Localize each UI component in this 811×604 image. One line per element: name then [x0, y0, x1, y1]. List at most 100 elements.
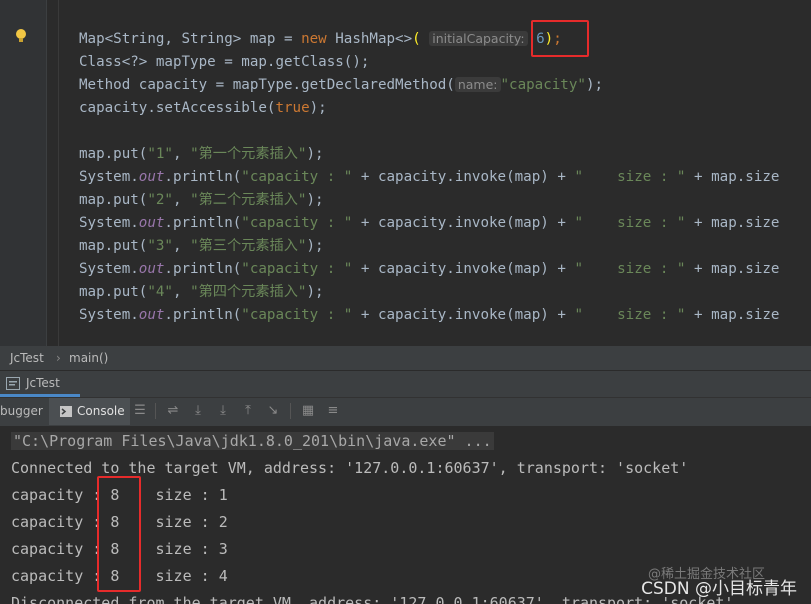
code-text: Class<?> mapType = map.getClass(); — [79, 54, 370, 70]
code-text: ); — [306, 284, 324, 300]
code-editor[interactable]: Map<String, String> map = new HashMap<>(… — [0, 0, 811, 346]
string-literal: "第二个元素插入" — [190, 192, 307, 208]
string-literal: "capacity : " — [241, 215, 353, 231]
code-text: ); — [306, 192, 324, 208]
code-text: map.put( — [79, 238, 148, 254]
code-line-1[interactable]: Map<String, String> map = new HashMap<>(… — [79, 29, 562, 49]
debug-toolbar: bugger Console ☰ ⇌ ⤓ ⤓ ⤒ ↘ ▦ ≡ — [0, 397, 811, 427]
code-text: ); — [585, 77, 604, 93]
string-literal: " size : " — [574, 261, 686, 277]
code-line-10[interactable]: System.out.println("capacity : " + capac… — [79, 259, 779, 279]
evaluate-icon[interactable]: ▦ — [301, 404, 315, 418]
editor-gutter[interactable] — [0, 0, 47, 346]
breadcrumb-separator: › — [56, 351, 61, 365]
code-text: capacity.setAccessible( — [79, 100, 276, 116]
paren-open: ( — [412, 31, 421, 47]
code-line-9[interactable]: map.put("3", "第三个元素插入"); — [79, 236, 324, 256]
string-literal: " size : " — [574, 307, 686, 323]
code-line-11[interactable]: map.put("4", "第四个元素插入"); — [79, 282, 324, 302]
code-text: System. — [79, 307, 139, 323]
static-field: out — [138, 261, 165, 277]
breadcrumb: JcTest › main() — [0, 346, 811, 371]
menu-icon[interactable]: ☰ — [133, 404, 147, 418]
breadcrumb-method[interactable]: main() — [69, 346, 108, 370]
run-tab-jctest[interactable]: JcTest — [0, 371, 80, 397]
code-text: map.put( — [79, 284, 148, 300]
code-text: , — [172, 284, 191, 300]
code-text: + map.size — [685, 307, 780, 323]
string-literal: " size : " — [574, 169, 686, 185]
static-field: out — [138, 215, 165, 231]
code-text: + capacity.invoke(map) + — [352, 261, 575, 277]
show-execution-point-icon[interactable]: ⇌ — [166, 404, 180, 418]
code-text: ); — [306, 146, 324, 162]
code-text: .println( — [164, 215, 242, 231]
console-line-command: "C:\Program Files\Java\jdk1.8.0_201\bin\… — [11, 430, 494, 452]
toolbar-divider — [290, 403, 291, 419]
code-text: map.put( — [79, 192, 148, 208]
code-text: map.put( — [79, 146, 148, 162]
code-text: System. — [79, 261, 139, 277]
code-text: .println( — [164, 261, 242, 277]
string-literal: "capacity : " — [241, 307, 353, 323]
console-tab[interactable]: Console — [77, 404, 125, 418]
code-line-8[interactable]: System.out.println("capacity : " + capac… — [79, 213, 779, 233]
lightbulb-icon[interactable] — [14, 28, 28, 44]
code-text: , — [172, 192, 191, 208]
string-literal: "3" — [147, 238, 173, 254]
highlight-box-initial-capacity — [531, 20, 589, 57]
code-text: , — [172, 238, 191, 254]
run-tab-label: JcTest — [26, 376, 60, 390]
code-line-2[interactable]: Class<?> mapType = map.getClass(); — [79, 52, 369, 72]
trace-icon[interactable]: ≡ — [326, 404, 340, 418]
code-line-5[interactable]: map.put("1", "第一个元素插入"); — [79, 144, 324, 164]
param-hint-initial-capacity: initialCapacity: — [429, 31, 528, 46]
code-text: + map.size — [685, 169, 780, 185]
code-text: .println( — [164, 307, 242, 323]
code-line-6[interactable]: System.out.println("capacity : " + capac… — [79, 167, 779, 187]
code-text: System. — [79, 215, 139, 231]
code-text: + capacity.invoke(map) + — [352, 307, 575, 323]
static-field: out — [138, 307, 165, 323]
step-out-icon[interactable]: ⤒ — [241, 404, 255, 418]
console-tab-icon — [60, 406, 72, 417]
code-line-3[interactable]: Method capacity = mapType.getDeclaredMet… — [79, 75, 603, 95]
string-literal: "1" — [147, 146, 173, 162]
watermark: CSDN @小目标青年 — [641, 579, 797, 599]
highlight-box-capacity-values — [97, 476, 141, 592]
step-over-icon[interactable]: ⤓ — [191, 404, 205, 418]
code-text: ); — [309, 100, 327, 116]
code-line-12[interactable]: System.out.println("capacity : " + capac… — [79, 305, 779, 325]
string-literal: "第四个元素插入" — [190, 284, 307, 300]
breadcrumb-class[interactable]: JcTest — [10, 346, 44, 370]
code-line-7[interactable]: map.put("2", "第二个元素插入"); — [79, 190, 324, 210]
console-run-icon — [6, 377, 20, 390]
static-field: out — [138, 169, 165, 185]
console-command-text: "C:\Program Files\Java\jdk1.8.0_201\bin\… — [11, 432, 494, 450]
step-into-icon[interactable]: ⤓ — [216, 404, 230, 418]
string-literal: "第三个元素插入" — [190, 238, 307, 254]
code-text: + capacity.invoke(map) + — [352, 215, 575, 231]
keyword-true: true — [275, 100, 310, 116]
indent-guide — [58, 0, 59, 346]
code-text: System. — [79, 169, 139, 185]
run-tool-window-header: JcTest — [0, 371, 811, 397]
string-literal: "2" — [147, 192, 173, 208]
code-text: HashMap<> — [326, 31, 413, 47]
string-literal: "4" — [147, 284, 173, 300]
string-literal: "capacity" — [500, 77, 586, 93]
code-text: Method capacity = mapType.getDeclaredMet… — [79, 77, 455, 93]
run-to-cursor-icon[interactable]: ↘ — [266, 404, 280, 418]
toolbar-divider — [155, 403, 156, 419]
code-text: ); — [306, 238, 324, 254]
string-literal: "第一个元素插入" — [190, 146, 307, 162]
string-literal: "capacity : " — [241, 169, 353, 185]
code-text: + map.size — [685, 215, 780, 231]
code-line-4[interactable]: capacity.setAccessible(true); — [79, 98, 327, 118]
debugger-tab[interactable]: bugger — [0, 404, 43, 418]
code-text: + capacity.invoke(map) + — [352, 169, 575, 185]
code-text: Map<String, String> map = — [79, 31, 302, 47]
keyword-new: new — [301, 31, 327, 47]
string-literal: "capacity : " — [241, 261, 353, 277]
code-text: , — [172, 146, 191, 162]
